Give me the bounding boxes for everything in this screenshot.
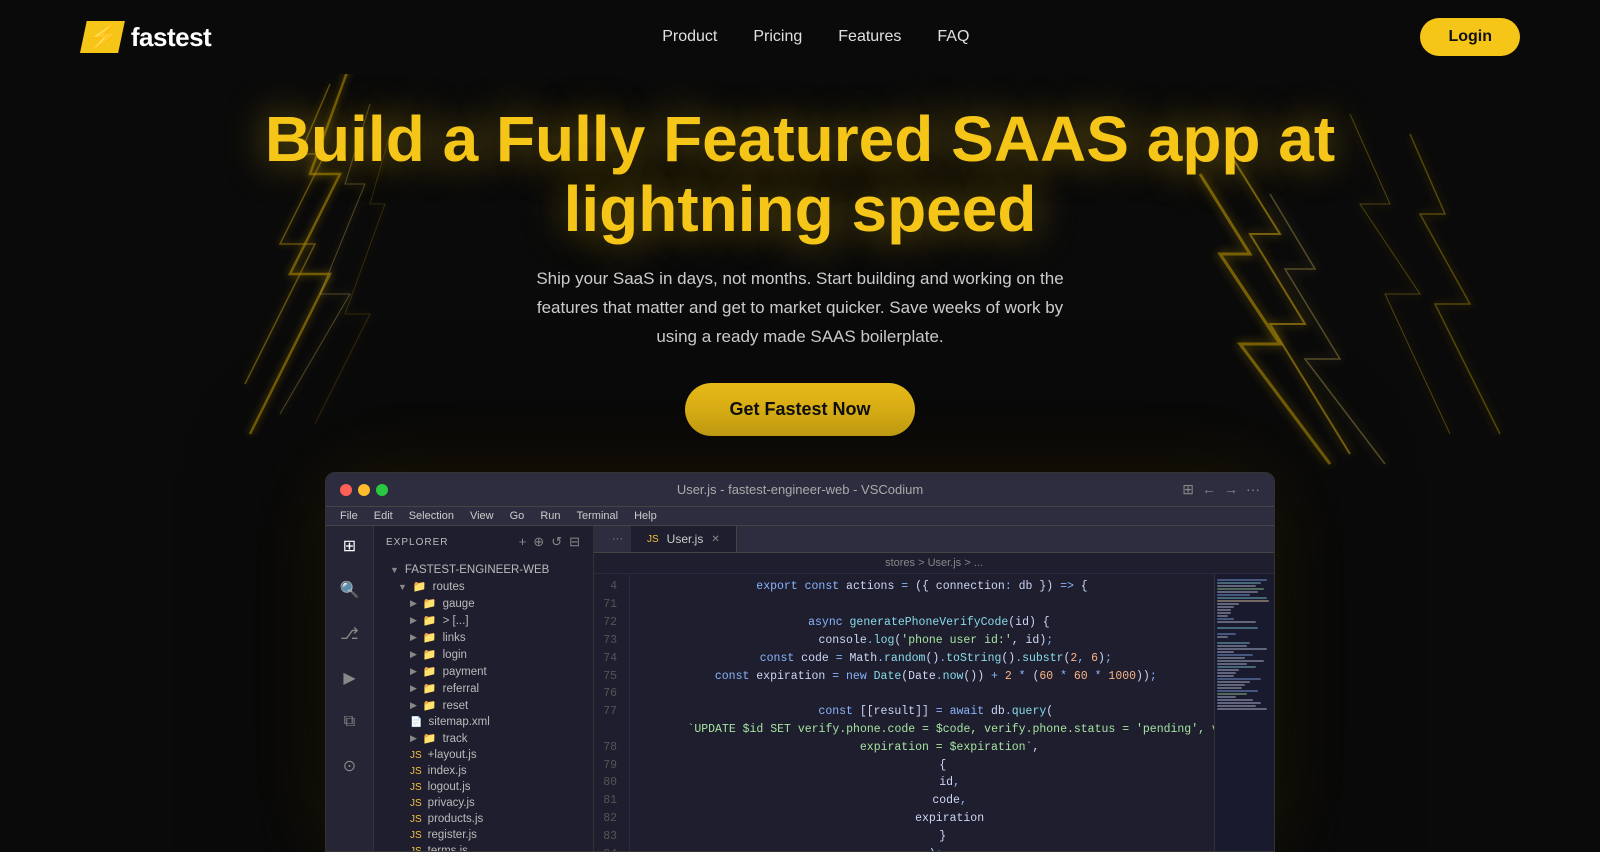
- tree-item[interactable]: ▶📁> [...]: [374, 612, 593, 629]
- tree-item[interactable]: JSprivacy.js: [374, 795, 593, 811]
- refresh-icon[interactable]: ↺: [551, 534, 563, 550]
- nav-faq-link[interactable]: FAQ: [937, 28, 969, 45]
- editor-breadcrumb: stores > User.js > ...: [594, 553, 1274, 574]
- tree-item[interactable]: JSregister.js: [374, 827, 593, 843]
- login-button[interactable]: Login: [1420, 18, 1520, 56]
- vscode-window: User.js - fastest-engineer-web - VSCodiu…: [325, 472, 1275, 852]
- tree-item[interactable]: JSproducts.js: [374, 811, 593, 827]
- collapse-all-icon[interactable]: ⊟: [569, 534, 581, 550]
- nav-product-link[interactable]: Product: [662, 28, 717, 45]
- code-content: export const actions = ({ connection: db…: [630, 574, 1214, 851]
- tree-item[interactable]: ▶📁payment: [374, 663, 593, 680]
- new-folder-icon[interactable]: ⊕: [533, 534, 545, 550]
- collapse-icon[interactable]: ←: [1202, 481, 1216, 498]
- more-options-icon[interactable]: ···: [1246, 481, 1260, 498]
- file-explorer: EXPLORER + ⊕ ↺ ⊟ ▼ FASTEST-ENGINEER-WEB …: [374, 526, 594, 851]
- tab-overflow-icon[interactable]: ···: [604, 527, 631, 551]
- line-numbers: 4717273747576777879808182838485868788899…: [594, 574, 630, 851]
- tree-item[interactable]: JSlogout.js: [374, 779, 593, 795]
- nav-links: Product Pricing Features FAQ: [662, 28, 969, 46]
- search-activity-icon[interactable]: 🔍: [338, 578, 362, 602]
- debug-activity-icon[interactable]: ▶: [338, 666, 362, 690]
- vscode-menubar: File Edit Selection View Go Run Terminal…: [326, 507, 1274, 526]
- logo-text: fastest: [131, 22, 211, 53]
- expand-icon[interactable]: →: [1224, 481, 1238, 498]
- tree-item[interactable]: ▶📁login: [374, 646, 593, 663]
- minimap-content: [1215, 574, 1274, 715]
- menu-edit[interactable]: Edit: [374, 510, 393, 522]
- hero-section: Build a Fully Featured SAAS app at light…: [0, 74, 1600, 852]
- vscode-window-extra-controls: ⊞ ← → ···: [1182, 481, 1260, 498]
- tree-item[interactable]: JSindex.js: [374, 763, 593, 779]
- tree-item[interactable]: JSterms.js: [374, 843, 593, 851]
- hero-headline: Build a Fully Featured SAAS app at light…: [0, 104, 1600, 245]
- menu-help[interactable]: Help: [634, 510, 657, 522]
- vscode-title: User.js - fastest-engineer-web - VSCodiu…: [677, 482, 923, 497]
- tree-item[interactable]: ▶📁referral: [374, 680, 593, 697]
- activity-bar: ⊞ 🔍 ⎇ ▶ ⧉ ⊙: [326, 526, 374, 851]
- editor-tabs: ··· JS User.js ✕: [594, 526, 1274, 553]
- tree-item[interactable]: ▶📁gauge: [374, 595, 593, 612]
- maximize-window-icon[interactable]: [376, 484, 388, 496]
- nav-pricing-link[interactable]: Pricing: [753, 28, 802, 45]
- nav-features-link[interactable]: Features: [838, 28, 901, 45]
- logo[interactable]: ⚡ fastest: [80, 21, 211, 53]
- project-name: FASTEST-ENGINEER-WEB: [405, 564, 549, 576]
- cta-button[interactable]: Get Fastest Now: [685, 383, 914, 436]
- menu-view[interactable]: View: [470, 510, 494, 522]
- new-file-icon[interactable]: +: [519, 534, 528, 550]
- editor-area: ··· JS User.js ✕ stores > User.js > ... …: [594, 526, 1274, 851]
- hero-subtitle: Ship your SaaS in days, not months. Star…: [520, 265, 1080, 352]
- menu-file[interactable]: File: [340, 510, 358, 522]
- remote-activity-icon[interactable]: ⊙: [338, 754, 362, 778]
- editor-minimap: [1214, 574, 1274, 851]
- menu-go[interactable]: Go: [510, 510, 525, 522]
- extensions-activity-icon[interactable]: ⧉: [338, 710, 362, 734]
- explorer-activity-icon[interactable]: ⊞: [338, 534, 362, 558]
- tree-item[interactable]: 📄sitemap.xml: [374, 714, 593, 730]
- tree-item[interactable]: ▶📁links: [374, 629, 593, 646]
- project-root[interactable]: ▼ FASTEST-ENGINEER-WEB: [374, 562, 593, 578]
- tree-item[interactable]: JS+layout.js: [374, 747, 593, 763]
- explorer-header: EXPLORER + ⊕ ↺ ⊟: [374, 526, 593, 558]
- chevron-icon: ▼: [390, 565, 399, 575]
- tree-item[interactable]: ▼📁routes: [374, 578, 593, 595]
- tree-item[interactable]: ▶📁track: [374, 730, 593, 747]
- menu-run[interactable]: Run: [540, 510, 560, 522]
- vscode-window-controls: [340, 484, 388, 496]
- menu-selection[interactable]: Selection: [409, 510, 454, 522]
- navbar: ⚡ fastest Product Pricing Features FAQ L…: [0, 0, 1600, 74]
- minimize-window-icon[interactable]: [358, 484, 370, 496]
- git-activity-icon[interactable]: ⎇: [338, 622, 362, 646]
- editor-code: 4717273747576777879808182838485868788899…: [594, 574, 1274, 851]
- tab-close-icon[interactable]: ✕: [711, 534, 719, 545]
- hero-content: Build a Fully Featured SAAS app at light…: [0, 104, 1600, 436]
- vscode-titlebar: User.js - fastest-engineer-web - VSCodiu…: [326, 473, 1274, 507]
- explorer-header-icons: + ⊕ ↺ ⊟: [519, 534, 581, 550]
- vscode-body: ⊞ 🔍 ⎇ ▶ ⧉ ⊙ EXPLORER + ⊕ ↺ ⊟: [326, 526, 1274, 851]
- file-tree: ▼ FASTEST-ENGINEER-WEB ▼📁routes ▶📁gauge …: [374, 558, 593, 851]
- close-window-icon[interactable]: [340, 484, 352, 496]
- split-editor-icon[interactable]: ⊞: [1182, 481, 1194, 498]
- editor-tab-userjs[interactable]: JS User.js ✕: [631, 526, 737, 552]
- logo-bolt: ⚡: [80, 21, 125, 53]
- menu-terminal[interactable]: Terminal: [577, 510, 619, 522]
- tree-item[interactable]: ▶📁reset: [374, 697, 593, 714]
